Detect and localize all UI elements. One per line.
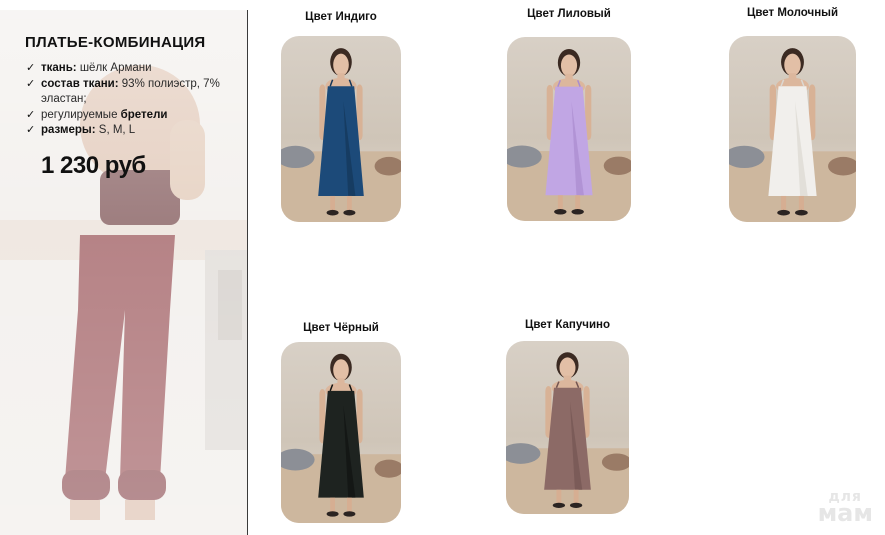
right-leg bbox=[347, 497, 352, 513]
left-shoe bbox=[777, 209, 790, 216]
left-shoe bbox=[326, 511, 339, 517]
color-label: Цвет Капучино bbox=[524, 319, 610, 331]
face bbox=[333, 359, 349, 381]
dress-photo[interactable] bbox=[507, 37, 631, 221]
feature-list: ✓ ткань: шёлк Армани ✓ состав ткани: 93% п… bbox=[26, 61, 241, 139]
left-leg bbox=[330, 497, 335, 513]
dress-photo[interactable] bbox=[729, 36, 856, 222]
right-leg bbox=[575, 195, 581, 210]
face bbox=[559, 357, 576, 379]
left-shoe bbox=[552, 502, 566, 508]
right-leg bbox=[573, 489, 579, 504]
left-leg bbox=[556, 489, 562, 504]
color-card-cappuccino[interactable]: Цвет Капучино bbox=[506, 319, 629, 514]
product-title: ПЛАТЬЕ-КОМБИНАЦИЯ bbox=[25, 34, 206, 51]
color-card-black[interactable]: Цвет Чёрный bbox=[281, 322, 401, 523]
right-leg bbox=[798, 195, 804, 211]
check-icon: ✓ bbox=[26, 62, 36, 74]
right-shoe bbox=[343, 511, 356, 517]
face bbox=[784, 53, 801, 76]
right-shoe bbox=[571, 209, 584, 215]
model-illustration bbox=[506, 352, 629, 514]
panel-divider bbox=[247, 10, 248, 535]
dress-photo[interactable] bbox=[281, 36, 401, 222]
left-leg bbox=[330, 195, 335, 211]
check-icon: ✓ bbox=[26, 108, 36, 121]
product-price: 1 230 руб bbox=[41, 152, 146, 179]
model-illustration bbox=[729, 48, 856, 222]
feature-straps: ✓ регулируемые бретели bbox=[26, 108, 241, 124]
model-illustration bbox=[281, 353, 401, 523]
color-label: Цвет Лиловый bbox=[527, 8, 611, 20]
right-shoe bbox=[795, 209, 808, 216]
color-card-milky[interactable]: Цвет Молочный bbox=[729, 7, 856, 222]
check-icon: ✓ bbox=[26, 77, 36, 90]
color-label: Цвет Индиго bbox=[305, 11, 377, 23]
feature-fabric: ✓ ткань: шёлк Армани bbox=[26, 61, 241, 77]
feature-sizes: ✓ размеры: S, M, L bbox=[26, 123, 241, 139]
color-label: Цвет Молочный bbox=[746, 7, 839, 19]
dress-photo[interactable] bbox=[506, 341, 629, 514]
left-shoe bbox=[326, 209, 339, 216]
right-leg bbox=[347, 195, 352, 211]
left-leg bbox=[781, 195, 787, 211]
model-illustration bbox=[507, 48, 631, 221]
color-label: Цвет Чёрный bbox=[303, 322, 379, 334]
color-card-lilac[interactable]: Цвет Лиловый bbox=[507, 8, 631, 221]
watermark-line2: мам bbox=[817, 499, 873, 528]
feature-composition: ✓ состав ткани: 93% полиэстр, 7% эластан; bbox=[26, 77, 220, 106]
model-illustration bbox=[281, 48, 401, 222]
left-shoe bbox=[554, 209, 567, 215]
right-shoe bbox=[569, 502, 583, 508]
right-shoe bbox=[343, 209, 356, 216]
check-icon: ✓ bbox=[26, 124, 36, 136]
face bbox=[333, 53, 349, 76]
left-leg bbox=[557, 195, 563, 210]
color-card-indigo[interactable]: Цвет Индиго bbox=[281, 10, 401, 222]
face bbox=[560, 54, 578, 77]
dress-photo[interactable] bbox=[281, 342, 401, 523]
watermark-logo: для мам bbox=[817, 490, 873, 528]
